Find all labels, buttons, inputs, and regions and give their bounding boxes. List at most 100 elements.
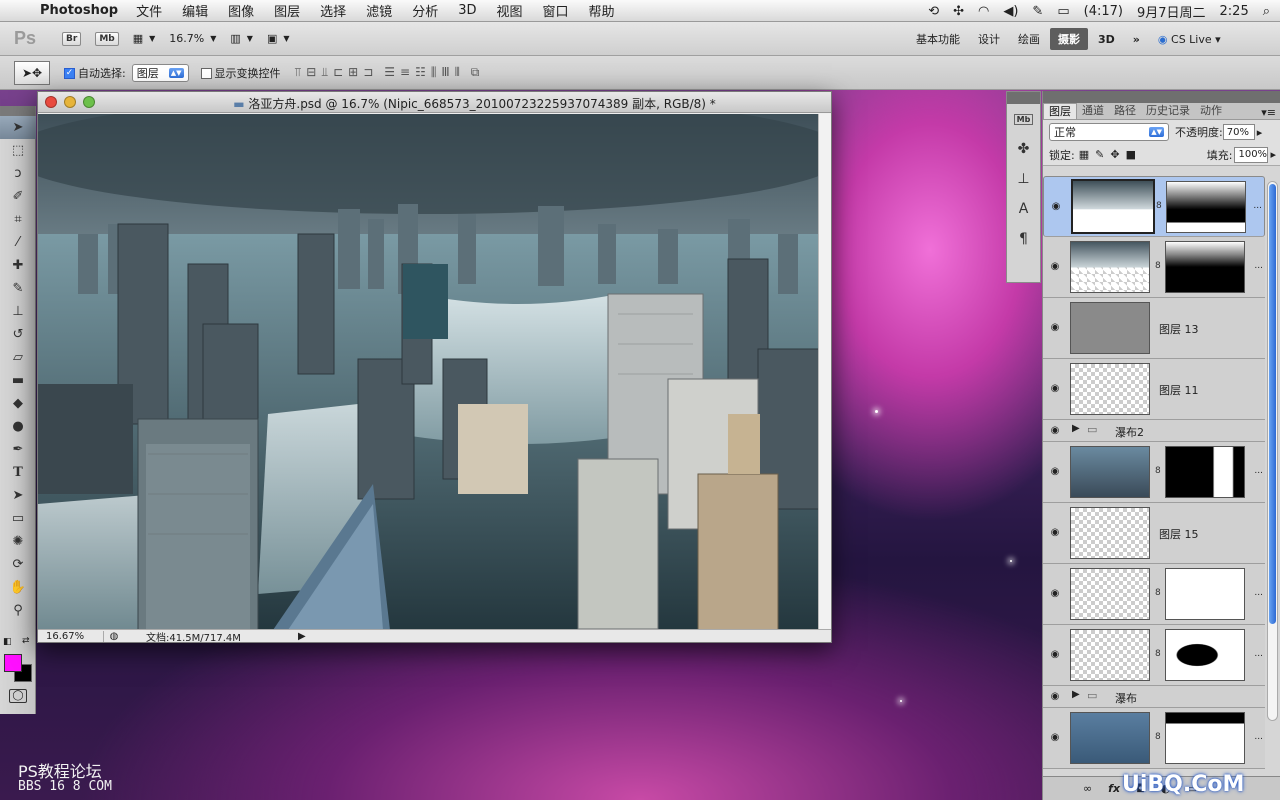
layer-mask-thumbnail[interactable] bbox=[1165, 629, 1245, 681]
fill-slider-arrow-icon[interactable]: ▸ bbox=[1270, 148, 1276, 161]
menu-select[interactable]: 选择 bbox=[320, 1, 346, 20]
menu-view[interactable]: 视图 bbox=[496, 1, 522, 20]
tab-layers[interactable]: 图层 bbox=[1043, 103, 1077, 119]
link-chain-icon[interactable]: 8 bbox=[1155, 732, 1161, 742]
lock-pixels-icon[interactable]: ✎ bbox=[1095, 148, 1110, 161]
menu-file[interactable]: 文件 bbox=[136, 1, 162, 20]
cs-live-button[interactable]: ◉ CS Live ▾ bbox=[1150, 30, 1229, 49]
align-vcenter-icon[interactable]: ⊟ bbox=[306, 65, 316, 80]
distribute-vcenter-icon[interactable]: ≡ bbox=[400, 65, 410, 80]
layer-mask-thumbnail[interactable] bbox=[1165, 568, 1245, 620]
marquee-tool-icon[interactable]: ⬚ bbox=[0, 139, 36, 162]
script-icon[interactable]: ✎ bbox=[1032, 4, 1043, 19]
menu-help[interactable]: 帮助 bbox=[589, 1, 615, 20]
move-tool-icon[interactable]: ➤ bbox=[0, 116, 36, 139]
zoom-tool-icon[interactable]: ⚲ bbox=[0, 599, 36, 622]
show-transform-checkbox[interactable]: 显示变换控件 bbox=[200, 65, 281, 81]
clock[interactable]: 2:25 bbox=[1220, 4, 1249, 19]
workspace-painting[interactable]: 绘画 bbox=[1010, 28, 1048, 50]
distribute-left-icon[interactable]: ⫼ bbox=[431, 65, 437, 80]
lock-icons[interactable]: ▦✎✥■ bbox=[1079, 148, 1142, 161]
link-chain-icon[interactable]: 8 bbox=[1155, 649, 1161, 659]
visibility-eye-icon[interactable]: ◉ bbox=[1048, 527, 1062, 538]
mini-bridge-panel-icon[interactable]: Mb bbox=[1007, 104, 1040, 134]
lock-transparency-icon[interactable]: ▦ bbox=[1079, 148, 1095, 161]
mini-bridge-button[interactable]: Mb bbox=[95, 31, 119, 46]
tab-channels[interactable]: 通道 bbox=[1077, 103, 1109, 119]
layer-name[interactable]: 图层 13 bbox=[1159, 321, 1199, 337]
shape-tool-icon[interactable]: ▭ bbox=[0, 507, 36, 530]
battery-icon[interactable]: ▭ bbox=[1057, 4, 1069, 19]
blur-tool-icon[interactable]: ◆ bbox=[0, 392, 36, 415]
scrollbar-thumb[interactable] bbox=[1269, 184, 1276, 624]
vertical-scrollbar[interactable] bbox=[818, 114, 831, 630]
layer-row[interactable]: ◉ 8 ... bbox=[1043, 708, 1265, 769]
workspace-3d[interactable]: 3D bbox=[1090, 30, 1123, 49]
visibility-eye-icon[interactable]: ◉ bbox=[1048, 425, 1062, 436]
history-brush-tool-icon[interactable]: ↺ bbox=[0, 323, 36, 346]
spotlight-icon[interactable]: ⌕ bbox=[1263, 4, 1270, 19]
layer-name[interactable]: 图层 11 bbox=[1159, 382, 1199, 398]
auto-select-target-select[interactable]: 图层 ▲▼ bbox=[131, 63, 189, 82]
clone-source-icon[interactable]: ⊥ bbox=[1007, 164, 1040, 194]
canvas-image[interactable] bbox=[38, 114, 819, 630]
blend-mode-select[interactable]: 正常 ▲▼ bbox=[1049, 123, 1169, 141]
expand-triangle-icon[interactable]: ▶ bbox=[1072, 689, 1080, 700]
zoom-dropdown[interactable]: 16.7% ▼ bbox=[169, 32, 216, 45]
align-top-icon[interactable]: ⫪ bbox=[295, 65, 302, 80]
app-menu[interactable]: Photoshop bbox=[40, 3, 118, 18]
gradient-tool-icon[interactable]: ▬ bbox=[0, 369, 36, 392]
layer-mask-thumbnail[interactable] bbox=[1165, 712, 1245, 764]
layers-scrollbar[interactable] bbox=[1267, 181, 1278, 721]
align-left-icon[interactable]: ⊏ bbox=[333, 65, 343, 80]
group-name[interactable]: 瀑布 bbox=[1115, 690, 1137, 706]
layer-group-row[interactable]: ◉ ▶ ▭ 瀑布 bbox=[1043, 686, 1265, 708]
status-arrow-icon[interactable]: ▶ bbox=[298, 631, 306, 642]
default-colors-icon[interactable]: ◧ bbox=[3, 637, 12, 647]
visibility-eye-icon[interactable]: ◉ bbox=[1048, 649, 1062, 660]
hand-tool-icon[interactable]: ✋ bbox=[0, 576, 36, 599]
arrange-dropdown[interactable]: ▥ ▼ bbox=[230, 32, 253, 45]
screen-mode-dropdown[interactable]: ▣ ▼ bbox=[267, 32, 290, 45]
workspace-essentials[interactable]: 基本功能 bbox=[908, 28, 968, 50]
close-window-button[interactable] bbox=[45, 96, 57, 108]
zoom-level[interactable]: 16.67% bbox=[38, 630, 104, 642]
quick-mask-icon[interactable]: ◯ bbox=[9, 689, 27, 703]
panel-menu-icon[interactable]: ▾≡ bbox=[1261, 106, 1280, 119]
workspace-photography[interactable]: 摄影 bbox=[1050, 28, 1088, 50]
menu-window[interactable]: 窗口 bbox=[543, 1, 569, 20]
wifi-icon[interactable]: ◠ bbox=[978, 4, 989, 19]
visibility-eye-icon[interactable]: ◉ bbox=[1048, 383, 1062, 394]
dock-handle[interactable] bbox=[1007, 92, 1040, 104]
crop-tool-icon[interactable]: ⌗ bbox=[0, 208, 36, 231]
tab-actions[interactable]: 动作 bbox=[1195, 103, 1227, 119]
menu-layer[interactable]: 图层 bbox=[274, 1, 300, 20]
distribute-hcenter-icon[interactable]: Ⅲ bbox=[441, 65, 449, 80]
3d-rotate-tool-icon[interactable]: ✺ bbox=[0, 530, 36, 553]
healing-brush-tool-icon[interactable]: ✚ bbox=[0, 254, 36, 277]
bluetooth-icon[interactable]: ✣ bbox=[953, 4, 964, 19]
layer-row[interactable]: ◉ 图层 15 bbox=[1043, 503, 1265, 564]
panel-header[interactable] bbox=[1043, 91, 1280, 103]
foreground-color-swatch[interactable] bbox=[4, 654, 22, 672]
lock-position-icon[interactable]: ✥ bbox=[1110, 148, 1125, 161]
visibility-eye-icon[interactable]: ◉ bbox=[1048, 261, 1062, 272]
menu-filter[interactable]: 滤镜 bbox=[366, 1, 392, 20]
expand-triangle-icon[interactable]: ▶ bbox=[1072, 423, 1080, 434]
path-selection-tool-icon[interactable]: ➤ bbox=[0, 484, 36, 507]
distribute-bottom-icon[interactable]: ☷ bbox=[415, 65, 426, 80]
opacity-slider-arrow-icon[interactable]: ▸ bbox=[1257, 126, 1263, 139]
visibility-eye-icon[interactable]: ◉ bbox=[1049, 201, 1063, 212]
group-name[interactable]: 瀑布2 bbox=[1115, 424, 1144, 440]
layer-row[interactable]: ◉ 8 ... bbox=[1043, 176, 1265, 237]
eraser-tool-icon[interactable]: ▱ bbox=[0, 346, 36, 369]
visibility-eye-icon[interactable]: ◉ bbox=[1048, 691, 1062, 702]
workspace-design[interactable]: 设计 bbox=[970, 28, 1008, 50]
quick-select-tool-icon[interactable]: ✐ bbox=[0, 185, 36, 208]
link-chain-icon[interactable]: 8 bbox=[1155, 466, 1161, 476]
volume-icon[interactable]: ◀) bbox=[1003, 4, 1018, 19]
visibility-eye-icon[interactable]: ◉ bbox=[1048, 732, 1062, 743]
layer-mask-thumbnail[interactable] bbox=[1166, 181, 1246, 233]
menu-edit[interactable]: 编辑 bbox=[182, 1, 208, 20]
layer-row[interactable]: ◉ 图层 13 bbox=[1043, 298, 1265, 359]
